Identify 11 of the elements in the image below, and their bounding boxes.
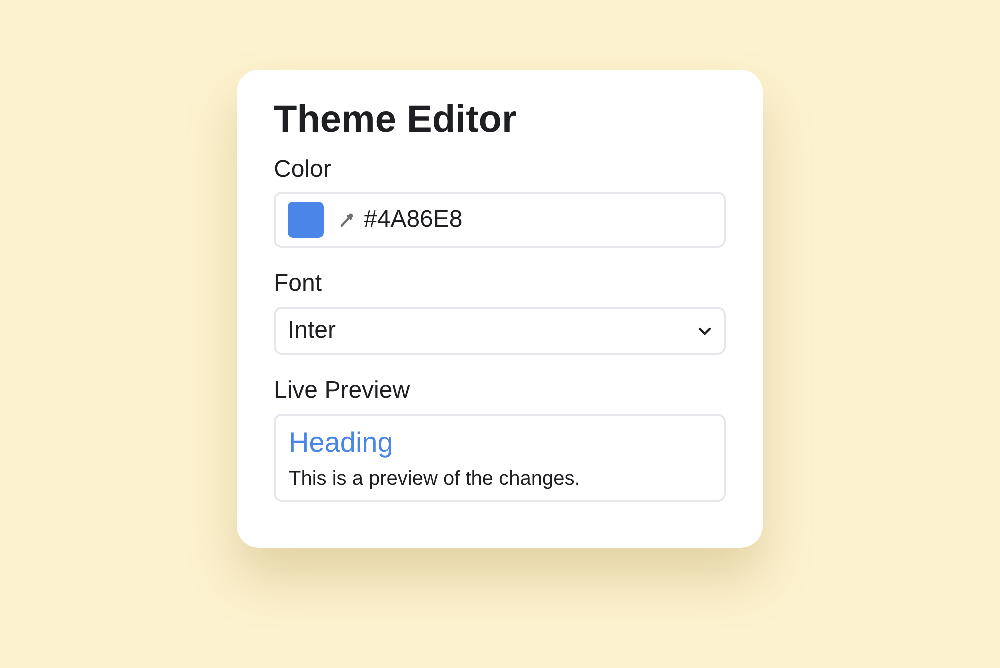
preview-heading: Heading — [289, 426, 394, 460]
font-select[interactable]: Inter — [274, 307, 726, 356]
field-label: Live Preview — [274, 377, 410, 406]
eyedropper-icon[interactable] — [340, 212, 354, 228]
color-swatch[interactable] — [288, 202, 324, 238]
field-label: Font — [274, 270, 322, 300]
card-title: Theme Editor — [274, 98, 518, 143]
chevron-down-icon — [698, 326, 712, 336]
color-field[interactable]: #4A86E8 — [274, 192, 726, 248]
preview-text: This is a preview of the changes. — [289, 466, 582, 492]
field-label: Color — [274, 156, 332, 184]
